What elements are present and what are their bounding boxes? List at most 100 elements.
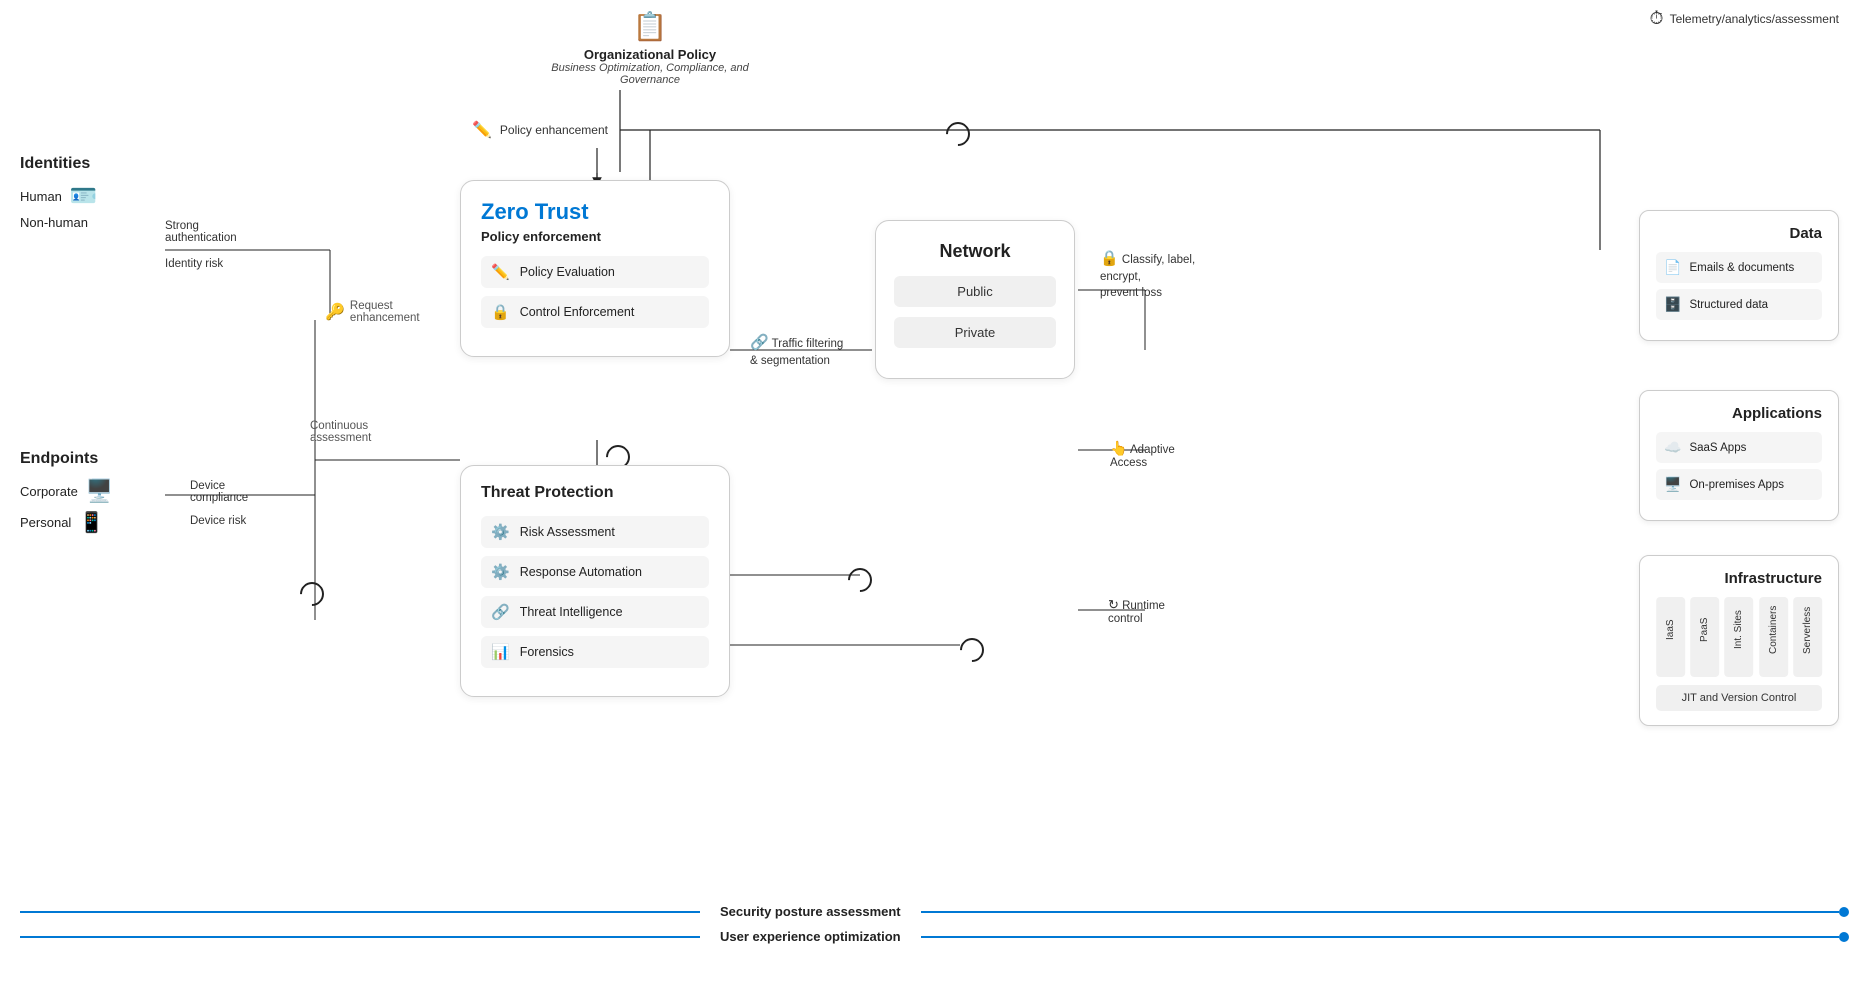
security-posture-line-right xyxy=(921,911,1839,913)
telemetry-icon: ⏱ xyxy=(1650,8,1664,29)
zero-trust-box: Zero Trust Policy enforcement ✏️ Policy … xyxy=(460,180,730,357)
infrastructure-panel-title: Infrastructure xyxy=(1656,570,1822,587)
tp-risk-label: Risk Assessment xyxy=(520,525,615,539)
data-emails-documents: 📄 Emails & documents xyxy=(1656,252,1822,283)
security-posture-label: Security posture assessment xyxy=(700,904,921,919)
zt-control-enforcement-icon: 🔒 xyxy=(491,303,510,321)
saas-icon: ☁️ xyxy=(1664,439,1681,456)
data-panel-title: Data xyxy=(1656,225,1822,242)
request-enhancement-text: Requestenhancement xyxy=(350,300,420,324)
strong-auth-label: Strongauthentication xyxy=(165,220,237,244)
infra-paas: PaaS xyxy=(1690,597,1719,677)
speedometer-forensics xyxy=(955,633,989,667)
identity-nonhuman: Non-human xyxy=(20,215,97,230)
connectors-svg xyxy=(0,0,1869,994)
endpoint-personal: Personal 📱 xyxy=(20,510,113,535)
user-experience-line-right xyxy=(921,936,1839,938)
lock-icon: 🔒 xyxy=(1100,250,1119,267)
infra-serverless: Serverless xyxy=(1793,597,1822,677)
speedometer-top-center xyxy=(941,117,975,151)
network-private: Private xyxy=(894,317,1056,348)
tp-forensics-icon: 📊 xyxy=(491,643,510,661)
app-saas: ☁️ SaaS Apps xyxy=(1656,432,1822,463)
identity-human-icon: 🪪 xyxy=(70,183,97,209)
identity-human-label: Human xyxy=(20,189,62,204)
threat-protection-title: Threat Protection xyxy=(481,484,709,502)
key-icon: 🔑 xyxy=(325,302,345,322)
security-posture-line-left xyxy=(20,911,700,913)
tp-forensics-label: Forensics xyxy=(520,645,574,659)
user-experience-dot xyxy=(1839,932,1849,942)
bottom-bars: Security posture assessment User experie… xyxy=(0,904,1869,954)
zero-trust-subtitle: Policy enforcement xyxy=(481,229,709,244)
infrastructure-panel: Infrastructure IaaS PaaS Int. Sites Cont… xyxy=(1639,555,1839,726)
tp-risk-assessment: ⚙️ Risk Assessment xyxy=(481,516,709,548)
endpoints-section: Endpoints Corporate 🖥️ Personal 📱 xyxy=(20,450,113,541)
zero-trust-title: Zero Trust xyxy=(481,199,709,225)
share-icon: 🔗 xyxy=(750,334,769,351)
tp-threat-intelligence: 🔗 Threat Intelligence xyxy=(481,596,709,628)
identity-nonhuman-label: Non-human xyxy=(20,215,88,230)
identities-title: Identities xyxy=(20,155,97,173)
zt-policy-evaluation: ✏️ Policy Evaluation xyxy=(481,256,709,288)
emails-label: Emails & documents xyxy=(1689,262,1794,274)
tp-response-automation: ⚙️ Response Automation xyxy=(481,556,709,588)
policy-enhancement: ✏️ Policy enhancement xyxy=(472,120,608,140)
org-policy-title: Organizational Policy xyxy=(550,47,750,62)
adaptive-access-label: 👆 AdaptiveAccess xyxy=(1110,440,1175,469)
speedometer-response-auto xyxy=(843,563,877,597)
device-compliance-label: Devicecompliance xyxy=(190,480,248,504)
data-structured: 🗄️ Structured data xyxy=(1656,289,1822,320)
zt-control-enforcement-label: Control Enforcement xyxy=(520,305,635,319)
tp-threat-label: Threat Intelligence xyxy=(520,605,623,619)
classify-label: 🔒 Classify, label,encrypt,prevent loss xyxy=(1100,248,1195,301)
telemetry-text: Telemetry/analytics/assessment xyxy=(1670,12,1839,26)
user-experience-line-left xyxy=(20,936,700,938)
zt-policy-evaluation-icon: ✏️ xyxy=(491,263,510,281)
endpoints-title: Endpoints xyxy=(20,450,113,468)
saas-label: SaaS Apps xyxy=(1689,442,1746,454)
endpoint-corporate-icon: 🖥️ xyxy=(86,478,113,504)
tp-forensics: 📊 Forensics xyxy=(481,636,709,668)
request-enhancement: 🔑 Requestenhancement xyxy=(325,300,420,324)
endpoint-personal-icon: 📱 xyxy=(79,510,104,535)
org-policy-icon: 📋 xyxy=(550,10,750,43)
network-public: Public xyxy=(894,276,1056,307)
infra-columns: IaaS PaaS Int. Sites Containers Serverle… xyxy=(1656,597,1822,677)
policy-enhancement-label: Policy enhancement xyxy=(500,123,608,137)
identity-risk-label: Identity risk xyxy=(165,258,223,270)
tp-response-icon: ⚙️ xyxy=(491,563,510,581)
app-onprem: 🖥️ On-premises Apps xyxy=(1656,469,1822,500)
endpoint-corporate-label: Corporate xyxy=(20,484,78,499)
security-posture-dot xyxy=(1839,907,1849,917)
identity-human: Human 🪪 xyxy=(20,183,97,209)
endpoint-corporate: Corporate 🖥️ xyxy=(20,478,113,504)
refresh-icon: ↻ xyxy=(1108,597,1119,612)
speedometer-left-bottom xyxy=(295,577,329,611)
emails-icon: 📄 xyxy=(1664,259,1681,276)
tp-response-label: Response Automation xyxy=(520,565,642,579)
device-risk-label: Device risk xyxy=(190,515,246,527)
traffic-filtering-label: 🔗 Traffic filtering& segmentation xyxy=(750,332,843,369)
identities-section: Identities Human 🪪 Non-human xyxy=(20,155,97,236)
zt-control-enforcement: 🔒 Control Enforcement xyxy=(481,296,709,328)
tp-risk-icon: ⚙️ xyxy=(491,523,510,541)
network-box: Network Public Private xyxy=(875,220,1075,379)
infra-containers: Containers xyxy=(1759,597,1788,677)
diagram-container: ⏱ Telemetry/analytics/assessment 📋 Organ… xyxy=(0,0,1869,994)
telemetry-label: ⏱ Telemetry/analytics/assessment xyxy=(1650,8,1839,29)
policy-enhancement-icon: ✏️ xyxy=(472,120,492,140)
database-icon: 🗄️ xyxy=(1664,296,1681,313)
applications-panel-title: Applications xyxy=(1656,405,1822,422)
runtime-control-label: ↻ Runtimecontrol xyxy=(1108,597,1165,625)
security-posture-bar: Security posture assessment xyxy=(0,904,1869,919)
structured-label: Structured data xyxy=(1689,299,1768,311)
endpoint-personal-label: Personal xyxy=(20,515,71,530)
onprem-label: On-premises Apps xyxy=(1689,479,1784,491)
applications-panel: Applications ☁️ SaaS Apps 🖥️ On-premises… xyxy=(1639,390,1839,521)
threat-protection-box: Threat Protection ⚙️ Risk Assessment ⚙️ … xyxy=(460,465,730,697)
infra-iaas: IaaS xyxy=(1656,597,1685,677)
org-policy-subtitle: Business Optimization, Compliance, and G… xyxy=(550,62,750,86)
data-panel: Data 📄 Emails & documents 🗄️ Structured … xyxy=(1639,210,1839,341)
infra-int-sites: Int. Sites xyxy=(1724,597,1753,677)
